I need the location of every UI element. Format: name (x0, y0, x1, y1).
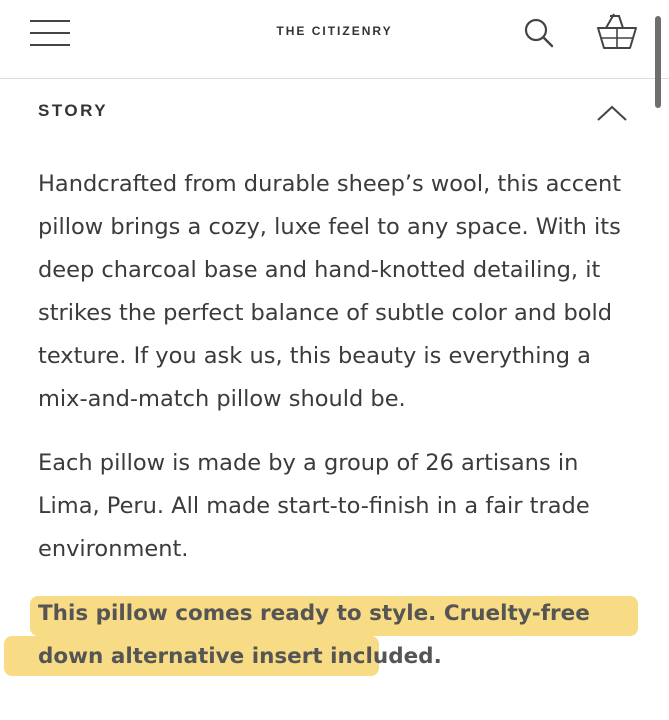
chevron-up-icon[interactable] (594, 101, 630, 125)
story-accordion-header[interactable]: STORY (0, 79, 669, 145)
highlighted-note-text: This pillow comes ready to style. Cruelt… (38, 601, 590, 669)
brand-logo[interactable]: THE CITIZENRY (0, 24, 669, 38)
top-nav-header: THE CITIZENRY (0, 0, 669, 79)
highlighted-note: This pillow comes ready to style. Cruelt… (4, 592, 638, 678)
shopping-basket-icon[interactable] (592, 12, 642, 54)
story-paragraph: Each pillow is made by a group of 26 art… (38, 450, 590, 562)
story-content: Handcrafted from durable sheep’s wool, t… (4, 163, 638, 678)
story-paragraph: Handcrafted from durable sheep’s wool, t… (38, 171, 622, 412)
search-icon[interactable] (520, 14, 558, 52)
section-title: STORY (38, 101, 109, 120)
